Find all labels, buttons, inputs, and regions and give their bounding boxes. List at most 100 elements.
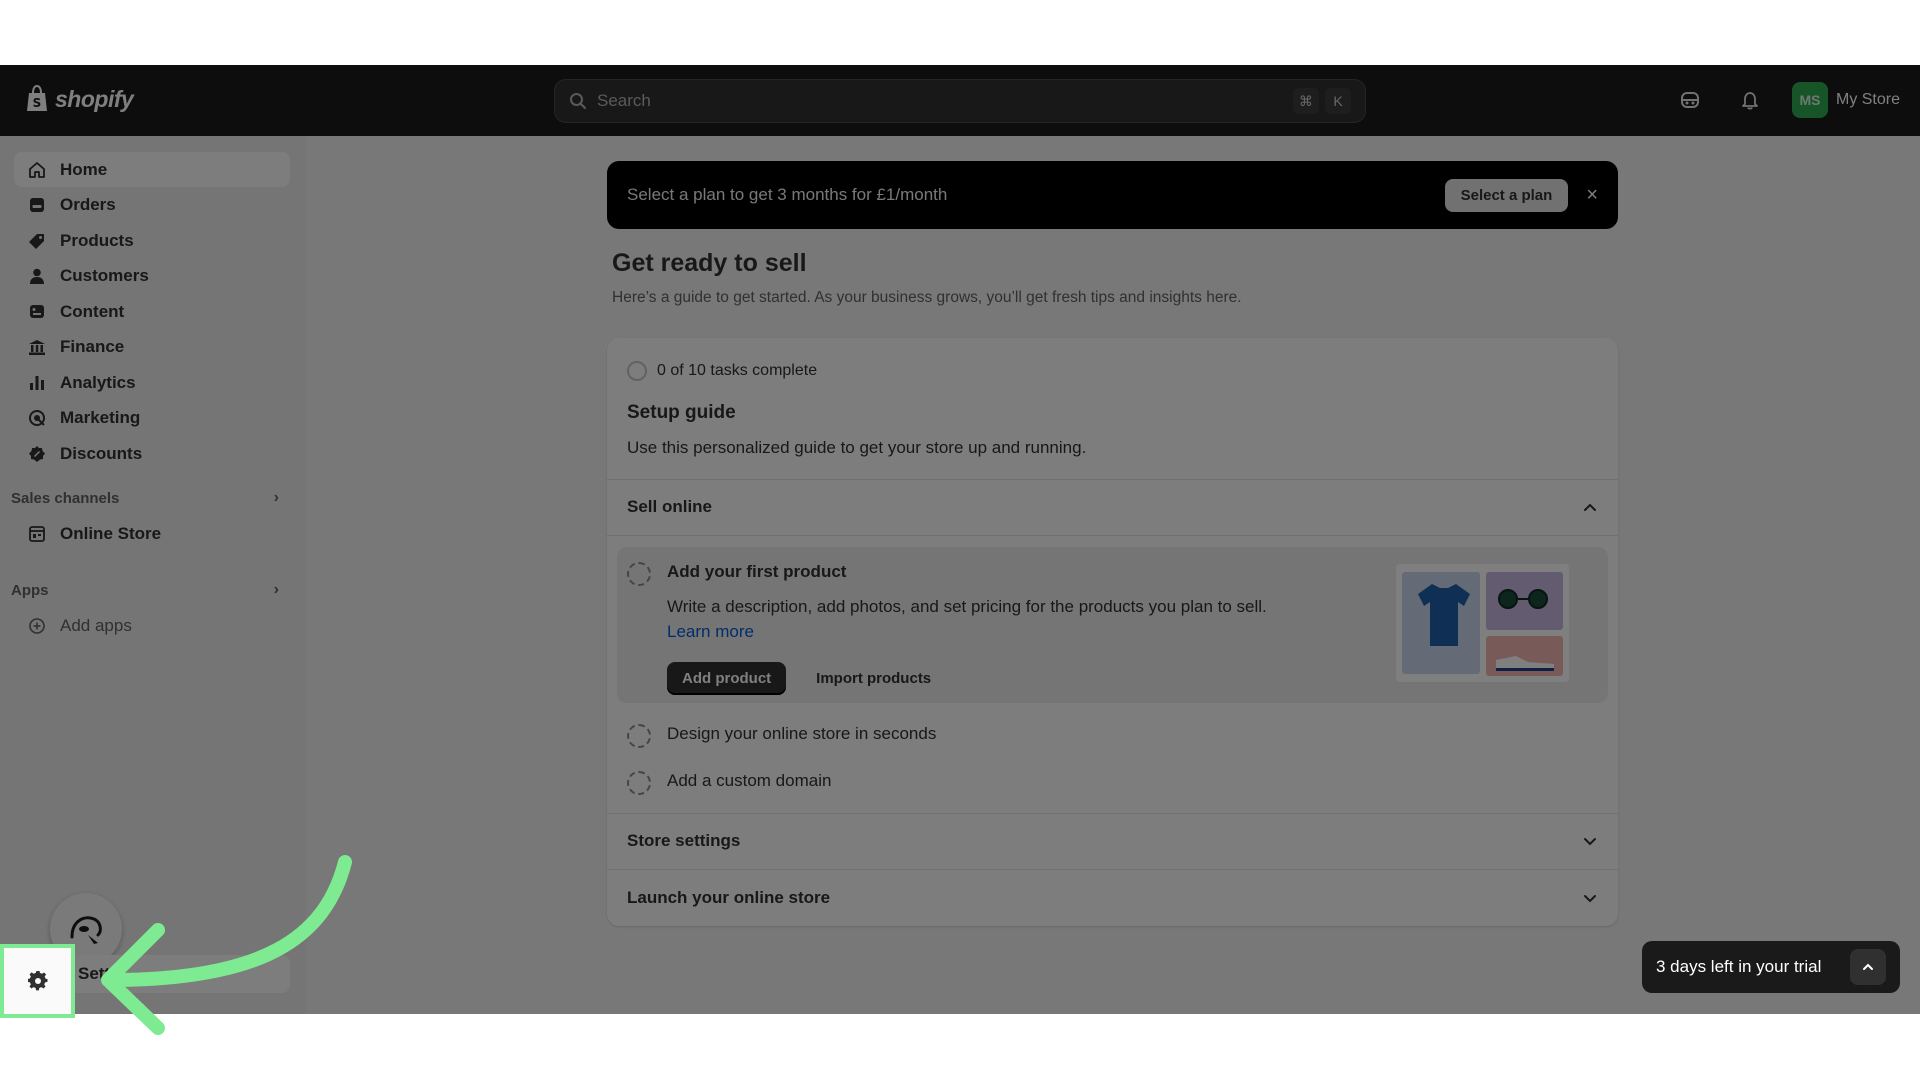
banner-text: Select a plan to get 3 months for £1/mon… <box>627 185 948 204</box>
sidebar-item-label: Online Store <box>60 523 162 543</box>
sidebar-item-customers[interactable]: Customers <box>14 259 290 294</box>
sell-online-header[interactable]: Sell online <box>627 479 1598 535</box>
notifications-button[interactable] <box>1732 82 1768 118</box>
progress-ring-icon <box>627 361 647 381</box>
sidebar-item-finance[interactable]: Finance <box>14 330 290 365</box>
task-custom-domain[interactable]: Add a custom domain <box>627 771 831 795</box>
task-progress: 0 of 10 tasks complete <box>627 361 817 381</box>
setup-guide-description: Use this personalized guide to get your … <box>627 438 1087 457</box>
section-title: Launch your online store <box>627 888 831 907</box>
search-input[interactable]: Search <box>597 91 1283 111</box>
main-content: Select a plan to get 3 months for £1/mon… <box>306 136 1920 1014</box>
apps-header[interactable]: Apps › <box>11 576 287 604</box>
task-status-icon[interactable] <box>627 562 651 586</box>
products-illustration <box>1396 564 1569 682</box>
close-icon[interactable]: × <box>1586 184 1598 207</box>
setup-guide-title: Setup guide <box>627 402 736 423</box>
launch-store-header[interactable]: Launch your online store <box>627 870 1598 926</box>
sidebar-item-discounts[interactable]: Discounts <box>14 436 290 471</box>
chevron-up-icon <box>1863 963 1873 970</box>
sidebar-item-label: Orders <box>60 195 116 214</box>
select-plan-button[interactable]: Select a plan <box>1444 178 1569 212</box>
orders-icon <box>30 198 44 212</box>
sidebar-item-online-store[interactable]: Online Store <box>14 516 290 551</box>
task-title: Design your online store in seconds <box>667 724 937 743</box>
top-right-actions: MS My Store <box>1672 82 1900 118</box>
sidebar-item-label: Finance <box>60 337 125 356</box>
bank-icon <box>29 340 45 355</box>
sidebar-item-orders[interactable]: Orders <box>14 188 290 223</box>
sidebar-item-content[interactable]: Content <box>14 294 290 329</box>
page-title: Get ready to sell <box>612 249 807 277</box>
section-label: Sales channels <box>11 489 120 507</box>
section-label: Apps <box>11 581 49 599</box>
section-title: Sell online <box>627 497 713 516</box>
task-status-icon[interactable] <box>627 724 651 748</box>
trial-banner[interactable]: 3 days left in your trial <box>1642 941 1900 993</box>
sidekick-button[interactable] <box>1672 82 1708 118</box>
learn-more-link[interactable]: Learn more <box>667 622 754 641</box>
highlight-frame <box>0 944 75 1018</box>
chevron-down-icon <box>1584 838 1596 846</box>
task-description-text: Write a description, add photos, and set… <box>667 597 1267 616</box>
sales-channels-header[interactable]: Sales channels › <box>11 484 287 512</box>
store-menu[interactable]: MS My Store <box>1791 82 1900 118</box>
content-icon <box>30 304 44 318</box>
sidebar-item-label: Add apps <box>60 615 132 635</box>
chevron-right-icon: › <box>273 581 279 598</box>
sidebar-item-analytics[interactable]: Analytics <box>14 365 290 400</box>
sidebar-item-marketing[interactable]: Marketing <box>14 401 290 436</box>
progress-text: 0 of 10 tasks complete <box>657 362 818 379</box>
sidebar-item-label: Home <box>60 159 108 179</box>
apps-list: Add apps <box>14 608 290 644</box>
task-title: Add your first product <box>667 562 847 581</box>
search-bar[interactable]: Search ⌘ K <box>554 79 1366 123</box>
sidebar-item-home[interactable]: Home <box>14 152 290 187</box>
chevron-right-icon: › <box>273 489 279 506</box>
sidebar-item-products[interactable]: Products <box>14 223 290 258</box>
sidebar-item-label: Products <box>60 230 134 250</box>
task-status-icon[interactable] <box>627 771 651 795</box>
divider <box>607 535 1618 536</box>
page-subtitle: Here’s a guide to get started. As your b… <box>612 289 1242 306</box>
sidebar-item-label: Marketing <box>60 408 141 427</box>
brand-name: shopify <box>55 85 134 112</box>
import-products-button[interactable]: Import products <box>816 670 931 687</box>
k-key: K <box>1325 88 1351 114</box>
store-settings-header[interactable]: Store settings <box>627 813 1598 869</box>
shopify-bag-icon: S <box>27 85 47 111</box>
main-nav: Home Orders Products Customers Content F… <box>14 152 290 472</box>
bell-icon <box>1742 92 1758 110</box>
target-icon <box>29 410 45 426</box>
top-bar: S shopify Search ⌘ K MS My Store <box>0 65 1920 136</box>
shopify-logo[interactable]: S shopify <box>25 85 134 113</box>
bar-chart-icon <box>30 375 44 390</box>
svg-text:S: S <box>33 96 42 110</box>
command-key: ⌘ <box>1293 88 1319 114</box>
person-icon <box>30 268 44 284</box>
products-illustration-image <box>1402 572 1563 676</box>
home-icon <box>29 161 45 178</box>
add-product-button[interactable]: Add product <box>667 662 787 695</box>
task-title: Add a custom domain <box>667 771 832 790</box>
setup-guide-card: 0 of 10 tasks complete Setup guide Use t… <box>607 338 1618 926</box>
sidebar-item-label: Discounts <box>60 443 143 463</box>
discount-icon <box>29 445 45 462</box>
sidebar-item-label: Content <box>60 301 125 321</box>
avatar: MS <box>1791 82 1828 118</box>
search-shortcut: ⌘ K <box>1293 88 1351 114</box>
sales-channels-list: Online Store <box>14 516 290 552</box>
storefront-icon <box>29 525 45 542</box>
section-title: Store settings <box>627 831 741 850</box>
trial-expand-button[interactable] <box>1850 949 1886 985</box>
sidebar-item-label: Analytics <box>60 372 136 392</box>
trial-text: 3 days left in your trial <box>1656 957 1822 976</box>
chevron-down-icon <box>1584 895 1596 903</box>
search-icon <box>570 93 586 109</box>
sidebar-item-label: Customers <box>60 266 149 285</box>
sidebar-item-add-apps[interactable]: Add apps <box>14 608 290 643</box>
chevron-up-icon <box>1584 503 1596 511</box>
pointer-arrow <box>101 855 352 1035</box>
task-design-store[interactable]: Design your online store in seconds <box>627 724 936 748</box>
task-add-first-product: Add your first product Write a descripti… <box>627 562 1267 695</box>
